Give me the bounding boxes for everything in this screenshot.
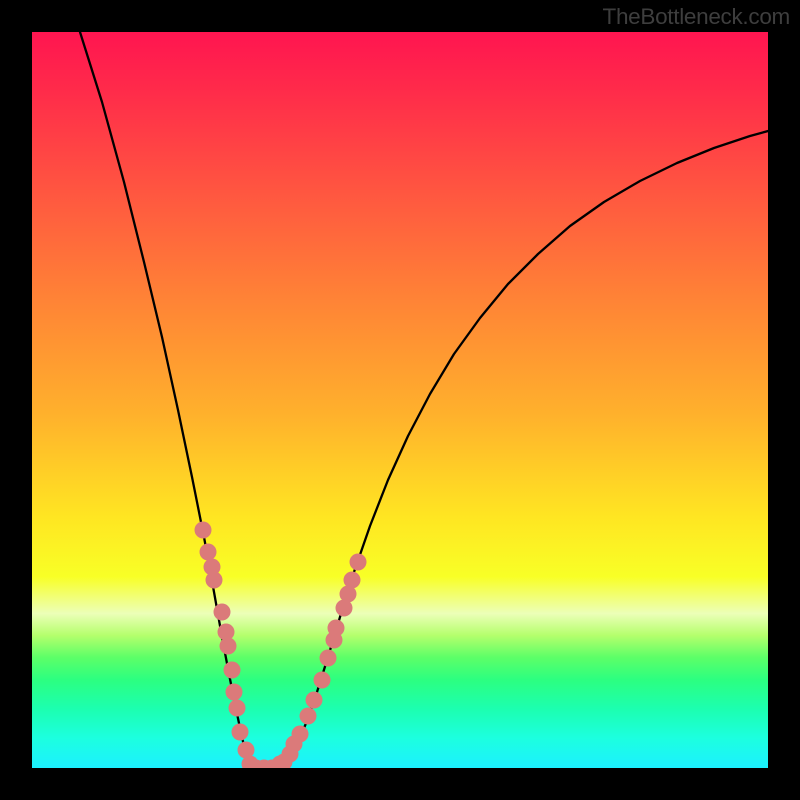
data-marker — [195, 522, 212, 539]
data-marker — [224, 662, 241, 679]
data-marker — [292, 726, 309, 743]
data-marker — [320, 650, 337, 667]
bottleneck-curve-svg — [32, 32, 768, 768]
data-marker — [232, 724, 249, 741]
data-marker — [300, 708, 317, 725]
data-marker — [214, 604, 231, 621]
data-marker — [344, 572, 361, 589]
data-marker — [220, 638, 237, 655]
data-marker — [314, 672, 331, 689]
data-marker — [328, 620, 345, 637]
data-marker — [350, 554, 367, 571]
chart-frame: TheBottleneck.com — [0, 0, 800, 800]
watermark-text: TheBottleneck.com — [603, 4, 791, 30]
data-marker — [226, 684, 243, 701]
data-marker — [206, 572, 223, 589]
plot-area — [32, 32, 768, 768]
curve-markers — [195, 522, 367, 769]
data-marker — [229, 700, 246, 717]
data-marker — [200, 544, 217, 561]
bottleneck-curve — [80, 32, 768, 768]
data-marker — [306, 692, 323, 709]
